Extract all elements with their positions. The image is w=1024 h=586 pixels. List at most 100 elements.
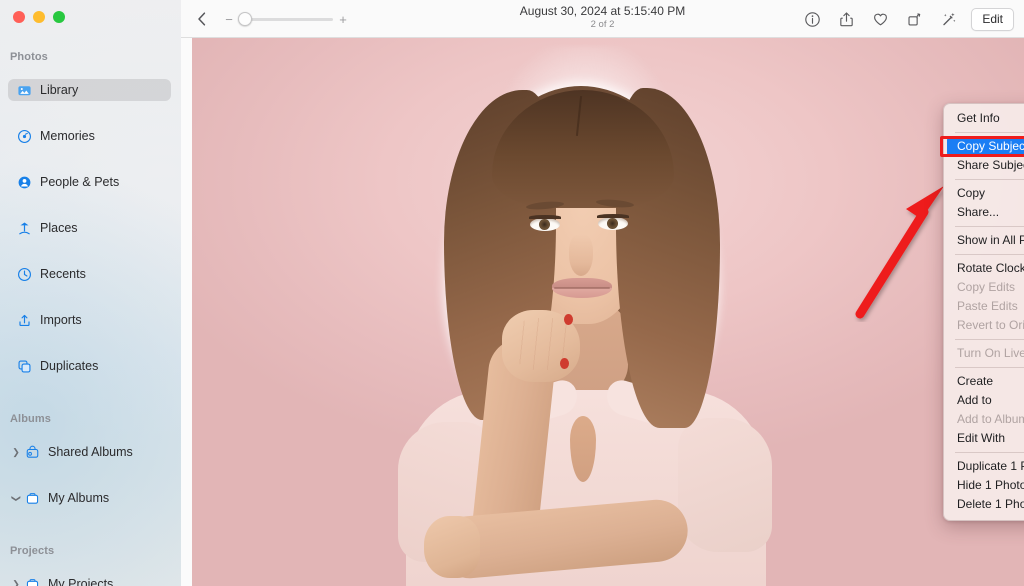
toolbar-actions: Edit xyxy=(801,0,1014,38)
zoom-slider-knob[interactable] xyxy=(238,12,252,26)
chevron-down-icon[interactable]: ❯ xyxy=(12,492,21,504)
subject-lip-line xyxy=(554,287,610,289)
chevron-right-icon[interactable]: ❯ xyxy=(10,448,22,457)
subject-eyelash-right xyxy=(597,214,629,218)
rotate-icon[interactable] xyxy=(903,8,925,30)
menu-item-turn-on-live-photo: Turn On Live Photo xyxy=(944,344,1024,363)
menu-separator xyxy=(955,226,1024,227)
menu-item-label: Create xyxy=(957,372,993,391)
subject-nose xyxy=(569,234,593,276)
project-icon xyxy=(24,576,41,586)
menu-item-copy[interactable]: Copy xyxy=(944,184,1024,203)
duplicates-icon xyxy=(16,358,33,375)
sidebar-item-label: My Projects xyxy=(48,577,113,586)
sidebar-section-albums-title: Albums xyxy=(10,413,181,425)
menu-separator xyxy=(955,367,1024,368)
recents-clock-icon xyxy=(16,266,33,283)
zoom-in-button[interactable]: + xyxy=(337,13,349,26)
photo-subject-person xyxy=(192,38,1024,586)
sidebar-item-duplicates[interactable]: Duplicates xyxy=(8,355,171,377)
zoom-slider-track[interactable] xyxy=(239,18,333,21)
menu-separator xyxy=(955,254,1024,255)
sidebar-item-label: My Albums xyxy=(48,491,109,505)
edit-button[interactable]: Edit xyxy=(971,8,1014,31)
sidebar-item-memories[interactable]: Memories xyxy=(8,125,171,147)
sidebar-section-projects-title: Projects xyxy=(10,545,181,557)
menu-item-paste-edits: Paste Edits xyxy=(944,297,1024,316)
menu-item-hide-photo[interactable]: Hide 1 Photo xyxy=(944,476,1024,495)
menu-item-add-to-album: Add to Album xyxy=(944,410,1024,429)
sidebar-item-label: Recents xyxy=(40,267,86,281)
main-content: − + August 30, 2024 at 5:15:40 PM 2 of 2 xyxy=(181,0,1024,586)
album-icon xyxy=(24,490,41,507)
menu-item-share-subject[interactable]: Share Subject... xyxy=(944,156,1024,175)
minimize-button[interactable] xyxy=(33,11,45,23)
chevron-right-icon[interactable]: ❯ xyxy=(10,580,22,586)
sidebar-item-shared-albums[interactable]: ❯ Shared Albums xyxy=(8,441,171,463)
subject-eye-right xyxy=(598,217,628,230)
menu-item-copy-subject[interactable]: Copy Subject xyxy=(947,137,1024,156)
sidebar-item-my-projects[interactable]: ❯ My Projects xyxy=(8,573,171,586)
menu-item-revert-to-original: Revert to Original xyxy=(944,316,1024,335)
menu-item-create[interactable]: Create ❯ xyxy=(944,372,1024,391)
sidebar-item-recents[interactable]: Recents xyxy=(8,263,171,285)
share-icon[interactable] xyxy=(835,8,857,30)
subject-hand-lower xyxy=(424,516,480,578)
window-controls xyxy=(13,11,65,23)
info-icon[interactable] xyxy=(801,8,823,30)
places-icon xyxy=(16,220,33,237)
subject-fingernail-2 xyxy=(560,358,569,369)
subject-eye-left xyxy=(530,218,560,231)
imports-icon xyxy=(16,312,33,329)
menu-separator xyxy=(955,179,1024,180)
back-button[interactable] xyxy=(191,8,213,30)
sidebar-item-library[interactable]: Library xyxy=(8,79,171,101)
photo-image[interactable] xyxy=(192,38,1024,586)
menu-separator xyxy=(955,339,1024,340)
context-menu[interactable]: Get Info Copy Subject Share Subject... C… xyxy=(943,103,1024,521)
sidebar-item-label: Shared Albums xyxy=(48,445,133,459)
sidebar-item-people-pets[interactable]: People & Pets xyxy=(8,171,171,193)
library-icon xyxy=(16,82,33,99)
auto-enhance-wand-icon[interactable] xyxy=(937,8,959,30)
zoom-out-button[interactable]: − xyxy=(223,13,235,26)
sidebar-section-photos-title: Photos xyxy=(10,51,181,63)
sidebar-item-my-albums[interactable]: ❯ My Albums xyxy=(8,487,171,509)
sidebar: Photos Library Memories People & Pets Pl… xyxy=(0,0,181,586)
menu-item-get-info[interactable]: Get Info xyxy=(944,109,1024,128)
photo-viewer[interactable] xyxy=(192,38,1024,586)
menu-item-show-in-all-photos[interactable]: Show in All Photos xyxy=(944,231,1024,250)
subject-eyelash-left xyxy=(529,215,561,219)
shared-album-icon xyxy=(24,444,41,461)
menu-item-edit-with[interactable]: Edit With ❯ xyxy=(944,429,1024,448)
subject-iris-left xyxy=(539,219,550,230)
close-button[interactable] xyxy=(13,11,25,23)
heart-favorite-icon[interactable] xyxy=(869,8,891,30)
memories-icon xyxy=(16,128,33,145)
sidebar-item-label: People & Pets xyxy=(40,175,119,189)
menu-item-duplicate-photo[interactable]: Duplicate 1 Photo xyxy=(944,457,1024,476)
sidebar-item-label: Duplicates xyxy=(40,359,98,373)
subject-sleeve-right xyxy=(678,418,772,552)
sidebar-item-label: Library xyxy=(40,83,78,97)
menu-separator xyxy=(955,132,1024,133)
menu-item-label: Edit With xyxy=(957,429,1005,448)
toolbar: − + August 30, 2024 at 5:15:40 PM 2 of 2 xyxy=(181,0,1024,38)
people-pets-icon xyxy=(16,174,33,191)
sidebar-item-label: Memories xyxy=(40,129,95,143)
menu-item-share[interactable]: Share... xyxy=(944,203,1024,222)
menu-item-add-to[interactable]: Add to ❯ xyxy=(944,391,1024,410)
menu-item-delete-photo[interactable]: Delete 1 Photo xyxy=(944,495,1024,514)
maximize-button[interactable] xyxy=(53,11,65,23)
photos-app-window: Photos Library Memories People & Pets Pl… xyxy=(0,0,1024,586)
sidebar-item-imports[interactable]: Imports xyxy=(8,309,171,331)
menu-item-label: Add to xyxy=(957,391,992,410)
subject-iris-right xyxy=(607,218,618,229)
menu-item-rotate-clockwise[interactable]: Rotate Clockwise xyxy=(944,259,1024,278)
sidebar-item-label: Places xyxy=(40,221,78,235)
sidebar-item-places[interactable]: Places xyxy=(8,217,171,239)
subject-fingernail-1 xyxy=(564,314,573,325)
sidebar-item-label: Imports xyxy=(40,313,82,327)
zoom-slider[interactable]: − + xyxy=(223,10,349,28)
menu-separator xyxy=(955,452,1024,453)
